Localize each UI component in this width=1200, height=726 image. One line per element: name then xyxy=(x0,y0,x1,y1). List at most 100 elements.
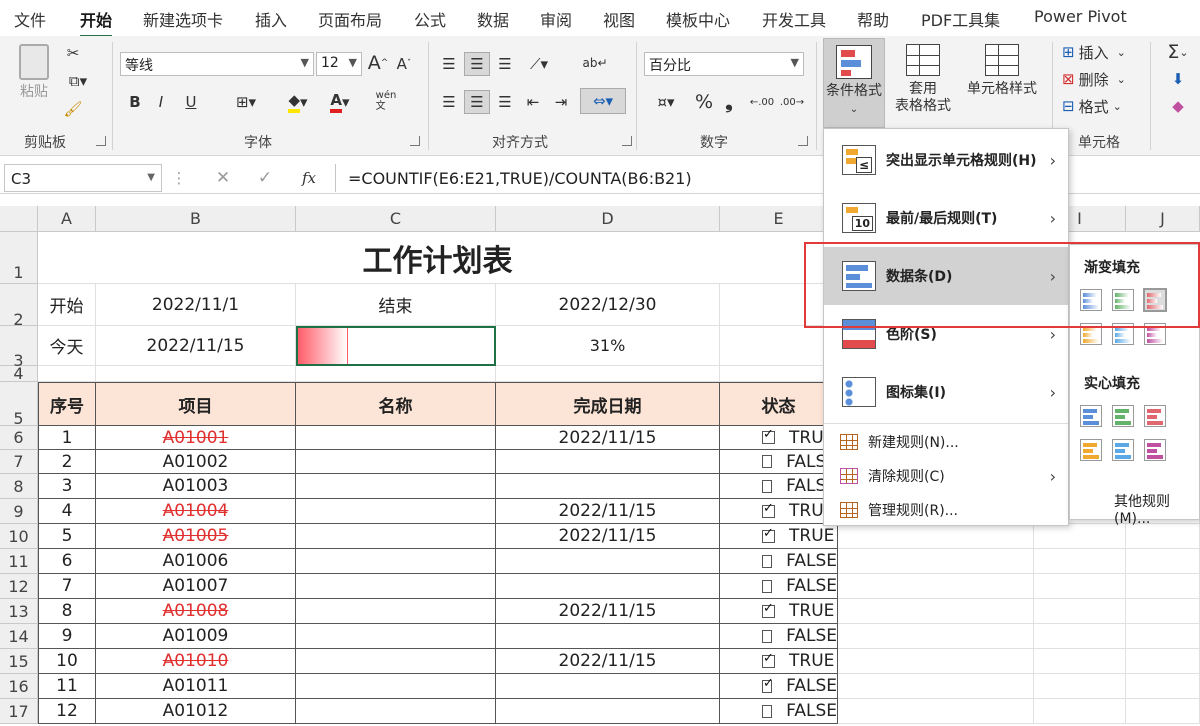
task-date[interactable]: 2022/11/15 xyxy=(496,524,720,549)
table-header-cell[interactable]: 名称 xyxy=(296,382,496,426)
solid-fill-swatch[interactable] xyxy=(1080,439,1102,461)
column-header[interactable]: E xyxy=(720,206,838,232)
task-date[interactable]: 2022/11/15 xyxy=(496,599,720,624)
status-checkbox[interactable] xyxy=(762,651,775,668)
row-header[interactable]: 15 xyxy=(0,649,38,674)
task-status[interactable]: TRUE xyxy=(720,499,838,524)
font-name-select[interactable]: 等线 ▼ xyxy=(120,52,314,76)
task-date[interactable] xyxy=(496,574,720,599)
tab-new[interactable]: 新建选项卡 xyxy=(143,7,223,31)
cell-empty[interactable] xyxy=(1126,699,1200,724)
wrap-text-icon[interactable]: ab↵ xyxy=(582,50,608,76)
status-checkbox[interactable] xyxy=(762,526,775,543)
cell-empty[interactable] xyxy=(496,366,720,382)
select-all-corner[interactable] xyxy=(0,206,38,232)
row-header[interactable]: 5 xyxy=(0,382,38,428)
task-status[interactable]: TRUE xyxy=(720,599,838,624)
status-checkbox[interactable] xyxy=(762,479,773,493)
task-no[interactable]: 3 xyxy=(38,474,96,499)
font-launcher-icon[interactable] xyxy=(410,136,420,146)
task-date[interactable] xyxy=(496,674,720,699)
tab-data[interactable]: 数据 xyxy=(477,7,509,31)
italic-button[interactable]: I xyxy=(150,90,172,114)
task-no[interactable]: 7 xyxy=(38,574,96,599)
task-name[interactable] xyxy=(296,699,496,724)
task-item[interactable]: A01003 xyxy=(96,474,296,499)
start-date-cell[interactable]: 2022/11/1 xyxy=(96,284,296,326)
row-header[interactable]: 11 xyxy=(0,549,38,574)
cell-empty[interactable] xyxy=(838,674,1034,699)
task-date[interactable] xyxy=(496,624,720,649)
task-no[interactable]: 12 xyxy=(38,699,96,724)
status-checkbox[interactable] xyxy=(762,676,774,693)
task-status[interactable]: TRUE xyxy=(720,524,838,549)
cell-empty[interactable] xyxy=(838,649,1034,674)
enter-icon[interactable]: ✓ xyxy=(252,166,278,190)
task-item[interactable]: A01012 xyxy=(96,699,296,724)
task-date[interactable]: 2022/11/15 xyxy=(496,649,720,674)
task-no[interactable]: 9 xyxy=(38,624,96,649)
status-checkbox[interactable] xyxy=(762,601,775,618)
increase-indent-icon[interactable]: ⇥ xyxy=(548,90,574,114)
task-name[interactable] xyxy=(296,549,496,574)
cell-empty[interactable] xyxy=(838,524,1034,549)
font-color-button[interactable]: A ▾ xyxy=(322,90,358,114)
decrease-indent-icon[interactable]: ⇤ xyxy=(520,90,546,114)
row-header[interactable]: 17 xyxy=(0,699,38,724)
cell-empty[interactable] xyxy=(1034,649,1126,674)
task-item[interactable]: A01009 xyxy=(96,624,296,649)
task-status[interactable]: TRUE xyxy=(720,649,838,674)
number-format-select[interactable]: 百分比 ▼ xyxy=(644,52,804,76)
menu-item-top-bottom-rules[interactable]: 10 最前/最后规则(T) › xyxy=(824,189,1068,247)
cell-styles-button[interactable]: 单元格样式 xyxy=(962,44,1042,128)
cell-empty[interactable] xyxy=(838,549,1034,574)
tab-review[interactable]: 审阅 xyxy=(540,7,572,31)
tab-formulas[interactable]: 公式 xyxy=(414,7,446,31)
cell-empty[interactable] xyxy=(296,366,496,382)
task-status[interactable]: FALSE xyxy=(720,674,838,699)
status-checkbox[interactable] xyxy=(762,704,773,718)
status-checkbox[interactable] xyxy=(762,455,773,468)
row-header[interactable]: 3 xyxy=(0,326,38,370)
task-no[interactable]: 6 xyxy=(38,549,96,574)
task-name[interactable] xyxy=(296,426,496,450)
progress-percent-cell[interactable]: 31% xyxy=(496,326,720,366)
cell-empty[interactable] xyxy=(720,326,838,366)
task-item[interactable]: A01006 xyxy=(96,549,296,574)
clear-icon[interactable]: ◆ xyxy=(1160,94,1196,118)
table-header-cell[interactable]: 完成日期 xyxy=(496,382,720,426)
cell-empty[interactable] xyxy=(1126,574,1200,599)
row-header[interactable]: 10 xyxy=(0,524,38,549)
task-date[interactable] xyxy=(496,450,720,474)
fill-color-button[interactable]: ◆ ▾ xyxy=(280,90,316,114)
task-date[interactable]: 2022/11/15 xyxy=(496,426,720,450)
menu-item-new-rule[interactable]: 新建规则(N)... xyxy=(824,427,1068,457)
decrease-decimal-icon[interactable]: .00→ xyxy=(778,90,806,114)
row-header[interactable]: 6 xyxy=(0,426,38,450)
row-header[interactable]: 12 xyxy=(0,574,38,599)
delete-cells-button[interactable]: ⊠ 删除 ⌄ xyxy=(1062,67,1142,91)
formula-input[interactable]: =COUNTIF(E6:E21,TRUE)/COUNTA(B6:B21) xyxy=(335,164,1200,192)
task-no[interactable]: 11 xyxy=(38,674,96,699)
name-box[interactable]: C3 ▼ xyxy=(4,164,162,192)
menu-item-highlight-rules[interactable]: ≤ 突出显示单元格规则(H) › xyxy=(824,131,1068,189)
row-header[interactable]: 9 xyxy=(0,499,38,524)
task-no[interactable]: 5 xyxy=(38,524,96,549)
cell-empty[interactable] xyxy=(1126,549,1200,574)
status-checkbox[interactable] xyxy=(762,427,775,444)
task-item[interactable]: A01002 xyxy=(96,450,296,474)
row-header[interactable]: 14 xyxy=(0,624,38,649)
task-name[interactable] xyxy=(296,474,496,499)
cell-empty[interactable] xyxy=(720,366,838,382)
tab-view[interactable]: 视图 xyxy=(603,7,635,31)
menu-item-manage-rules[interactable]: 管理规则(R)... xyxy=(824,495,1068,525)
row-header[interactable]: 1 xyxy=(0,232,38,284)
cell-empty[interactable] xyxy=(1034,699,1126,724)
status-checkbox[interactable] xyxy=(762,554,773,568)
cell-empty[interactable] xyxy=(838,624,1034,649)
task-name[interactable] xyxy=(296,574,496,599)
tab-home[interactable]: 开始 xyxy=(80,7,113,38)
status-checkbox[interactable] xyxy=(762,579,773,593)
tab-layout[interactable]: 页面布局 xyxy=(318,7,382,31)
align-bottom-icon[interactable]: ☰ xyxy=(492,52,518,76)
